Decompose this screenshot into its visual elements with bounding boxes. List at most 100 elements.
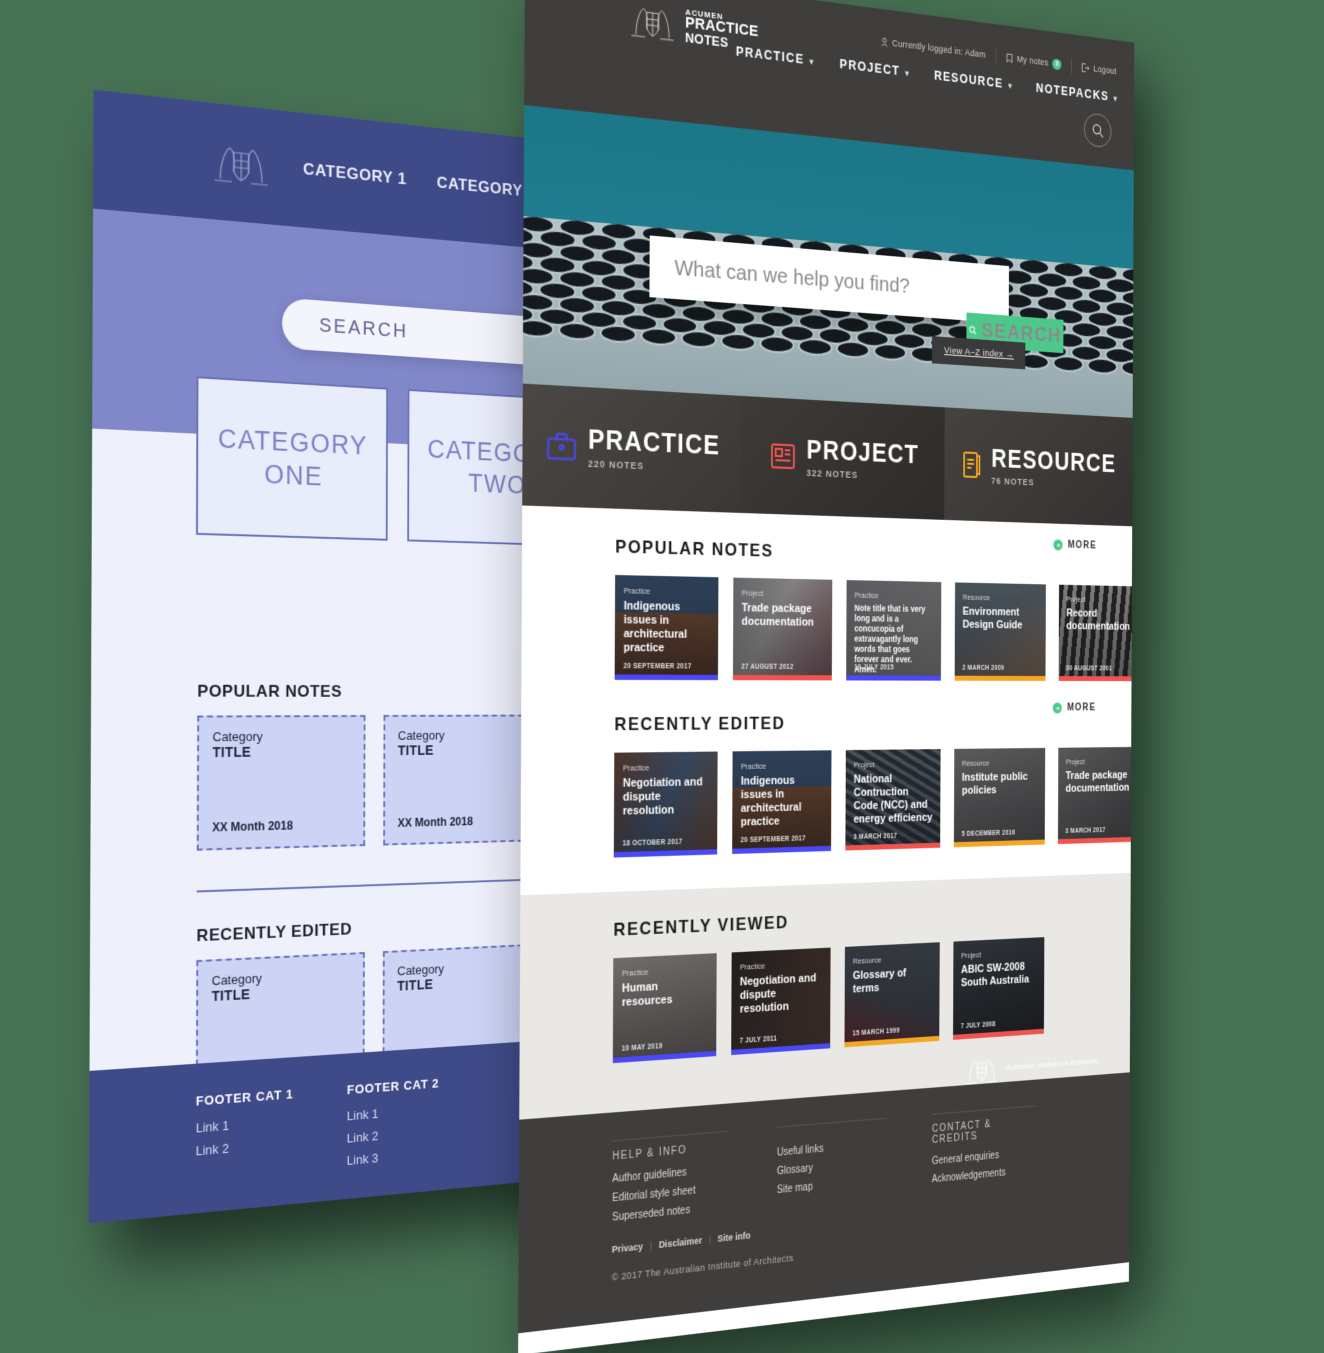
section-recently-viewed: RECENTLY VIEWED Practice Human resources…	[519, 873, 1130, 1076]
chevron-down-icon: ▼	[903, 69, 911, 79]
wireframe-footer-heading: FOOTER CAT 1	[196, 1087, 294, 1109]
popular-notes-more-link[interactable]: MORE	[1054, 539, 1097, 551]
wireframe-note-title: TITLE	[212, 743, 350, 760]
note-title: Indigenous issues in architectural pract…	[741, 774, 824, 830]
note-card[interactable]: Resource Environment Design Guide 2 MARC…	[955, 582, 1046, 681]
section-title: RECENTLY VIEWED	[613, 898, 1130, 941]
nav-label: PRACTICE	[736, 44, 804, 67]
my-notes-link[interactable]: My notes 3	[1007, 52, 1062, 70]
divider	[996, 48, 997, 64]
note-card[interactable]: Project ABIC SW-2008 South Australia 7 J…	[953, 937, 1044, 1040]
note-category: Project	[854, 759, 933, 769]
nav-item-project[interactable]: PROJECT▼	[840, 57, 912, 80]
note-accent-bar	[615, 675, 718, 681]
footer-column-help-info: HELP & INFO Author guidelines Editorial …	[612, 1131, 729, 1232]
wireframe-note-date: XX Month 2018	[212, 819, 293, 835]
category-label: RESOURCE	[991, 446, 1116, 476]
note-card[interactable]: Project Trade package documentation 27 A…	[733, 578, 832, 681]
site-info-link[interactable]: Site info	[717, 1230, 750, 1244]
note-date: 19 JULY 2015	[854, 664, 894, 671]
note-card[interactable]: Project Record documentation 30 AUGUST 2…	[1059, 585, 1135, 681]
wireframe-footer-link[interactable]: Link 1	[196, 1113, 294, 1136]
note-category: Practice	[623, 762, 709, 773]
scene: CATEGORY 1 CATEGORY 2 CATEGORY 3 SEARCH …	[0, 0, 1324, 1324]
note-category: Resource	[963, 593, 1039, 603]
aia-name: Australian Institute of Architects	[1006, 1056, 1098, 1073]
note-card[interactable]: Practice Indigenous issues in architectu…	[615, 575, 719, 680]
note-card[interactable]: Practice Human resources 10 MAY 2019	[613, 953, 717, 1063]
note-date: 2 MARCH 2009	[962, 665, 1004, 672]
privacy-link[interactable]: Privacy	[612, 1241, 643, 1255]
note-title: Human resources	[622, 978, 708, 1010]
note-category: Project	[1066, 595, 1134, 605]
category-tile-practice[interactable]: PRACTICE 220 NOTES	[522, 384, 742, 513]
note-accent-bar	[1059, 676, 1135, 681]
search-toggle-button[interactable]	[1084, 112, 1112, 148]
note-card[interactable]: Resource Glossary of terms 15 MARCH 1999	[844, 942, 939, 1047]
search-icon	[969, 325, 977, 335]
wireframe-footer-link[interactable]: Link 3	[347, 1145, 439, 1168]
footer-link[interactable]: Acknowledgements	[932, 1165, 1035, 1186]
wireframe-category-tile[interactable]: CATEGORY ONE	[196, 376, 388, 540]
note-title: Trade package documentation	[742, 602, 825, 630]
nav-label: NOTEPACKS	[1036, 81, 1109, 104]
chevron-down-icon: ▼	[808, 57, 816, 67]
footer-link[interactable]: Glossary	[777, 1156, 887, 1177]
wireframe-nav-item-2[interactable]: CATEGORY 2	[437, 173, 536, 202]
category-tile-project[interactable]: PROJECT 322 NOTES	[742, 396, 945, 520]
footer-heading: CONTACT & CREDITS	[932, 1105, 1035, 1146]
footer-link[interactable]: Site map	[777, 1175, 887, 1197]
note-card[interactable]: Practice Negotiation and dispute resolut…	[614, 752, 718, 858]
note-accent-bar	[846, 675, 941, 680]
footer-link[interactable]: General enquiries	[932, 1147, 1035, 1167]
note-card[interactable]: Practice Indigenous issues in architectu…	[732, 750, 831, 854]
category-tile-resource[interactable]: RESOURCE 76 NOTES	[944, 407, 1132, 526]
chevron-down-icon: ▼	[1007, 81, 1015, 91]
nav-item-resource[interactable]: RESOURCE▼	[934, 68, 1014, 92]
more-label: MORE	[1067, 703, 1096, 714]
note-card[interactable]: Resource Institute public policies 5 DEC…	[954, 748, 1045, 847]
divider	[1071, 58, 1072, 74]
footer-link[interactable]: Author guidelines	[612, 1163, 729, 1185]
note-accent-bar	[733, 675, 832, 680]
nav-item-notepacks[interactable]: NOTEPACKS▼	[1036, 81, 1120, 105]
logout-link[interactable]: Logout	[1082, 62, 1117, 76]
wireframe-nav-item-1[interactable]: CATEGORY 1	[303, 160, 407, 190]
footer-column-contact-credits: CONTACT & CREDITS General enquiries Ackn…	[932, 1105, 1036, 1199]
wireframe-footer-link[interactable]: Link 1	[347, 1102, 439, 1124]
note-card[interactable]: Practice Negotiation and dispute resolut…	[731, 948, 830, 1056]
nav-item-practice[interactable]: PRACTICE ▼	[736, 44, 816, 68]
section-title: RECENTLY EDITED	[614, 712, 1131, 735]
note-category: Resource	[962, 758, 1038, 768]
wireframe-footer-link[interactable]: Link 2	[196, 1135, 294, 1158]
note-category: Practice	[855, 590, 934, 601]
note-date: 3 MARCH 2017	[853, 833, 897, 841]
wireframe-note-card[interactable]: Category TITLE XX Month 2018	[197, 715, 366, 851]
note-title: Environment Design Guide	[963, 606, 1039, 633]
footer-link[interactable]: Superseded notes	[612, 1201, 729, 1224]
note-card-row: Practice Human resources 10 MAY 2019 Pra…	[613, 933, 1131, 1063]
search-icon	[1092, 122, 1104, 138]
wireframe-footer-link[interactable]: Link 2	[347, 1123, 439, 1145]
footer-heading	[777, 1118, 887, 1137]
note-category: Practice	[624, 586, 710, 597]
note-title: National Contruction Code (NCC) and ener…	[854, 772, 933, 826]
note-card[interactable]: Project Trade package documentation 3 MA…	[1058, 747, 1134, 844]
aia-crest-icon	[211, 138, 272, 189]
bookmark-icon	[1007, 53, 1013, 63]
footer-link[interactable]: Useful links	[777, 1138, 887, 1159]
wireframe-note-card[interactable]: Category TITLE XX Month 2018	[383, 715, 540, 846]
briefcase-icon	[546, 432, 576, 461]
note-title: Negotiation and dispute resolution	[623, 776, 709, 819]
note-title: Negotiation and dispute resolution	[740, 972, 823, 1017]
arrow-right-icon	[1053, 703, 1062, 714]
footer-link[interactable]: Editorial style sheet	[612, 1182, 729, 1205]
wireframe-footer-column: FOOTER CAT 2 Link 1 Link 2 Link 3	[347, 1076, 440, 1199]
note-card[interactable]: Project National Contruction Code (NCC) …	[845, 749, 940, 850]
note-card[interactable]: Practice Note title that is very long an…	[846, 580, 941, 681]
note-date: 27 AUGUST 2012	[741, 663, 793, 671]
wireframe-note-title: TITLE	[211, 1219, 350, 1223]
disclaimer-link[interactable]: Disclaimer	[659, 1235, 702, 1250]
website-page: ACUMEN PRACTICE NOTES PRACTICE▼ PROJECT▼…	[518, 0, 1134, 1353]
recently-edited-more-link[interactable]: MORE	[1053, 703, 1096, 714]
